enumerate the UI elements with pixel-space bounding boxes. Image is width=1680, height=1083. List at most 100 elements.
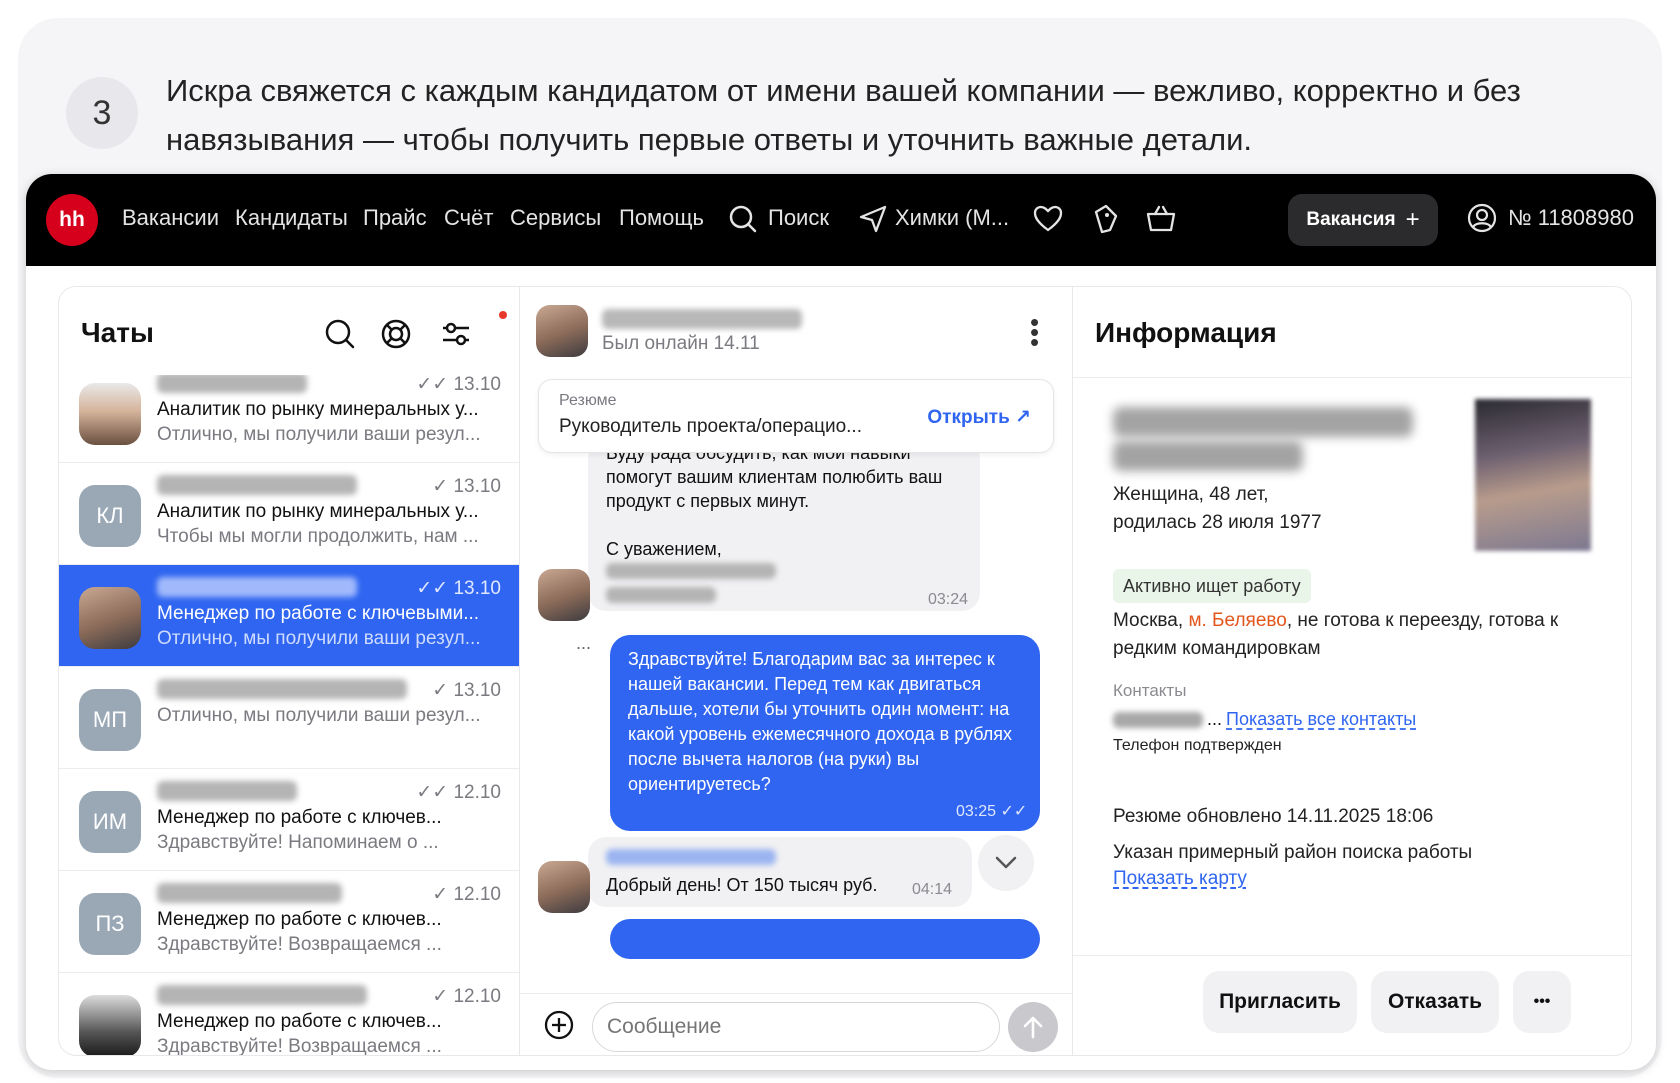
phone-ellipsis: ... [1207,709,1223,729]
chat-item[interactable]: ПЗ ✓ 12.10 Менеджер по работе с ключев..… [59,871,519,973]
chat-item[interactable]: МП ✓ 13.10 Отлично, мы получили ваши рез… [59,667,519,769]
chat-preview: Здравствуйте! Возвращаемся ... [157,1036,442,1056]
chat-preview: Отлично, мы получили ваши резул... [157,628,481,649]
avatar: ИМ [79,791,141,853]
nav-invoice[interactable]: Счёт [444,205,493,231]
plus-icon: + [1405,206,1420,233]
arrow-up-icon [1023,1016,1043,1039]
step-description: Искра свяжется с каждым кандидатом от им… [166,66,1646,164]
contact-name-blurred [157,375,307,393]
tag-icon[interactable] [1088,202,1122,236]
chat-preview: Здравствуйте! Напоминаем о ... [157,832,439,853]
check-icon: ✓ [432,884,454,905]
contact-name-blurred [157,781,297,801]
candidate-name-blurred [602,309,802,329]
nav-pricing[interactable]: Прайс [363,205,427,231]
contacts-row: ... Показать все контакты [1113,709,1416,730]
invite-button[interactable]: Пригласить [1203,971,1357,1033]
double-check-icon: ✓✓ [416,375,454,395]
search-icon[interactable] [726,202,760,236]
reject-button[interactable]: Отказать [1371,971,1499,1033]
message-input[interactable] [592,1002,1000,1052]
nav-search[interactable]: Поиск [768,205,829,231]
search-icon[interactable] [323,317,357,351]
contact-name-blurred [157,475,357,495]
chat-item[interactable]: ✓ 12.10 Менеджер по работе с ключев... З… [59,973,519,1056]
contact-name-blurred [157,577,357,597]
open-resume-link[interactable]: Открыть ↗ [927,406,1031,429]
filter-notification-dot [499,311,507,319]
chat-date: ✓ 12.10 [432,884,501,905]
check-icon: ✓ [432,476,454,497]
account-menu[interactable]: № 11808980 [1466,202,1634,234]
step-number: 3 [66,77,138,149]
filter-sliders-icon[interactable] [439,317,473,351]
hh-logo[interactable]: hh [46,194,98,246]
create-vacancy-button[interactable]: Вакансия + [1288,194,1438,246]
chat-item[interactable]: ✓✓ 13.10 Аналитик по рынку минеральных у… [59,375,519,463]
create-vacancy-label: Вакансия [1306,209,1396,230]
basket-icon[interactable] [1144,202,1178,236]
chat-vacancy: Менеджер по работе с ключевыми... [157,603,480,624]
message-options-icon[interactable]: ... [576,633,591,654]
search-area-note: Указан примерный район поиска работы [1113,842,1473,863]
message-composer [520,993,1072,1055]
resume-label: Резюме [559,392,617,409]
more-actions-button[interactable]: ••• [1513,971,1571,1033]
phone-verified: Телефон подтвержден [1113,737,1282,754]
sender-name-blurred [606,849,776,865]
show-map-link[interactable]: Показать карту [1113,865,1247,893]
message-time: 04:14 [912,881,953,898]
chat-item[interactable]: ИМ ✓✓ 12.10 Менеджер по работе с ключев.… [59,769,519,871]
check-icon: ✓ [432,680,454,701]
support-lifebuoy-icon[interactable] [379,317,413,351]
app-screenshot: hh Вакансии Кандидаты Прайс Счёт Сервисы… [26,174,1656,1070]
nav-services[interactable]: Сервисы [510,205,601,231]
chat-item[interactable]: КЛ ✓ 13.10 Аналитик по рынку минеральных… [59,463,519,565]
nav-help[interactable]: Помощь [619,205,704,231]
account-number: № 11808980 [1508,205,1634,230]
nav-vacancies[interactable]: Вакансии [122,205,219,231]
more-options-icon[interactable]: • • • [1030,309,1039,355]
divider [1073,377,1631,378]
message-line: С уважением, [606,539,722,559]
candidate-demographics: Женщина, 48 лет, родилась 28 июля 1977 [1113,484,1322,533]
chats-panel: Чаты ✓✓ 13.10 Аналитик по рынку минераль… [58,286,520,1056]
contacts-label: Контакты [1113,681,1187,700]
divider [1073,955,1631,956]
user-circle-icon [1467,203,1497,233]
chats-title: Чаты [81,317,154,348]
metro-station: м. Беляево [1188,610,1287,631]
double-check-icon: ✓✓ [996,803,1028,820]
candidate-location: Москва, м. Беляево, не готова к переезду… [1113,610,1559,659]
scroll-to-bottom-button[interactable] [978,835,1034,891]
incoming-message: Буду рада обсудить, как мои навыки помог… [588,453,980,611]
outgoing-message-partial [610,919,1040,959]
sender-avatar [538,569,590,621]
info-title: Информация [1095,317,1277,348]
candidate-photo[interactable] [1475,399,1591,551]
heart-icon[interactable] [1031,202,1065,236]
nav-location[interactable]: Химки (М... [895,205,1009,231]
resume-title: Руководитель проекта/операцио... [559,416,862,437]
location-arrow-icon[interactable] [856,202,890,236]
chat-vacancy: Аналитик по рынку минеральных у... [157,399,479,420]
conversation-panel: Был онлайн 14.11 • • • Резюме Руководитель… [520,286,1072,1056]
info-panel: Информация Женщина, 48 лет, родилась 28 … [1072,286,1632,1056]
attach-plus-icon[interactable] [542,1008,576,1042]
message-text: Здравствуйте! Благодарим вас за интерес … [628,649,1013,794]
send-button[interactable] [1008,1002,1058,1052]
signature-blurred [606,563,776,579]
phone-blurred [606,587,716,603]
contact-name-blurred [157,679,407,699]
avatar [79,995,141,1055]
contact-name-blurred [157,985,367,1005]
candidate-avatar[interactable] [536,305,588,357]
step-text-line2: навязывания — чтобы получить первые отве… [166,122,1253,157]
nav-candidates[interactable]: Кандидаты [235,205,348,231]
chat-item-active[interactable]: ✓✓ 13.10 Менеджер по работе с ключевыми.… [59,565,519,667]
show-all-contacts-link[interactable]: Показать все контакты [1226,709,1416,730]
chat-preview: Отлично, мы получили ваши резул... [157,424,481,445]
chat-list: ✓✓ 13.10 Аналитик по рынку минеральных у… [59,375,519,1056]
message-line: продукт с первых минут. [606,491,810,511]
